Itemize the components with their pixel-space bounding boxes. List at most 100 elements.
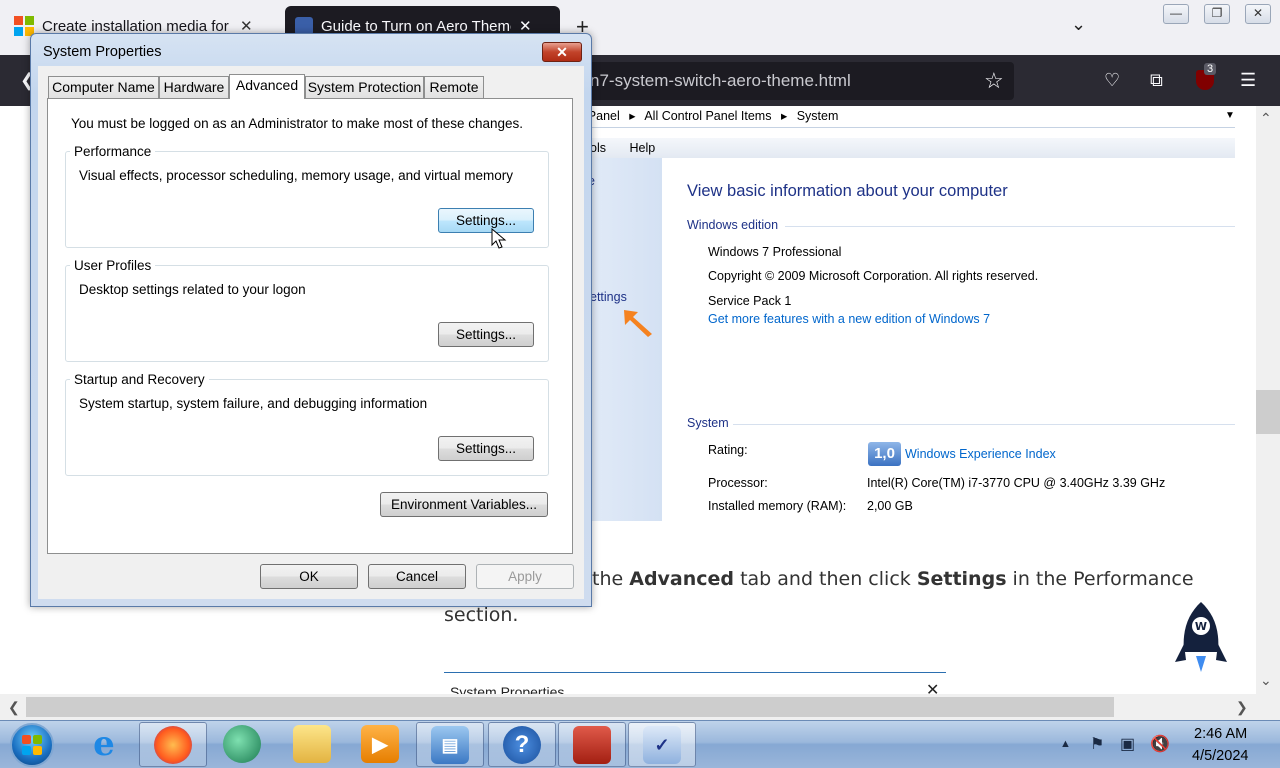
system-monitor-icon: ▤ <box>431 726 469 764</box>
ram-value: 2,00 GB <box>867 499 913 513</box>
breadcrumb-sep: ▸ <box>629 109 636 123</box>
copyright-text: Copyright © 2009 Microsoft Corporation. … <box>708 269 1039 283</box>
performance-desc: Visual effects, processor scheduling, me… <box>79 168 513 183</box>
performance-group <box>65 151 549 248</box>
vertical-scroll-thumb[interactable] <box>1256 390 1280 434</box>
dropdown-arrow-icon: ▼ <box>1225 110 1235 121</box>
system-heading: System <box>687 416 729 430</box>
tab-system-protection[interactable]: System Protection <box>305 76 424 98</box>
clock-time[interactable]: 2:46 AM <box>1194 726 1247 742</box>
rating-label: Rating: <box>708 443 748 457</box>
toolbox-icon <box>573 726 611 764</box>
taskbar-ie[interactable]: e <box>70 722 138 767</box>
edition-text: Windows 7 Professional <box>708 245 842 259</box>
extensions-icon[interactable]: ⧉ <box>1150 70 1163 91</box>
bookmark-star-icon[interactable]: ☆ <box>984 68 1004 94</box>
taskbar-system-window[interactable]: ▤ <box>416 722 484 767</box>
more-features-link: Get more features with a new edition of … <box>708 312 991 326</box>
environment-variables-button[interactable]: Environment Variables... <box>380 492 548 517</box>
volume-muted-icon[interactable]: 🔇 <box>1150 734 1170 754</box>
cp-address-bar: ntrol Panel ▸ All Control Panel Items ▸ … <box>560 106 1235 128</box>
network-icon[interactable]: ▣ <box>1120 734 1135 754</box>
wei-link: Windows Experience Index <box>905 447 1056 461</box>
dialog-title: System Properties <box>43 44 162 60</box>
admin-note: You must be logged on as an Administrato… <box>71 116 524 131</box>
wei-score-badge: 1,0 <box>868 442 901 466</box>
taskbar-media-player[interactable]: ▶ <box>346 722 414 767</box>
breadcrumb-part: System <box>796 109 839 123</box>
performance-label: Performance <box>70 144 156 159</box>
scroll-left-arrow-icon[interactable]: ❮ <box>8 699 20 716</box>
restore-button[interactable]: ❐ <box>1204 4 1230 24</box>
user-profiles-settings-button[interactable]: Settings... <box>438 322 534 347</box>
scroll-right-arrow-icon[interactable]: ❯ <box>1236 699 1248 716</box>
tab-title: Create installation media for W <box>42 17 232 35</box>
cp-main-title: View basic information about your comput… <box>687 182 1008 200</box>
minimize-button[interactable]: — <box>1163 4 1189 24</box>
startup-recovery-settings-button[interactable]: Settings... <box>438 436 534 461</box>
startup-recovery-desc: System startup, system failure, and debu… <box>79 396 428 411</box>
taskbar-system-properties[interactable]: ✓ <box>628 722 696 767</box>
url-field[interactable]: n7-system-switch-aero-theme.html <box>570 62 1014 100</box>
mouse-cursor-icon <box>491 228 507 249</box>
taskbar-explorer[interactable] <box>278 722 346 767</box>
user-profiles-label: User Profiles <box>70 258 156 273</box>
folder-icon <box>293 725 331 763</box>
tab-list-chevron-icon[interactable]: ⌄ <box>1071 14 1086 35</box>
windows-edition-heading: Windows edition <box>687 218 779 232</box>
taskbar-firefox[interactable] <box>139 722 207 767</box>
taskbar-toolbox[interactable] <box>558 722 626 767</box>
processor-value: Intel(R) Core(TM) i7-3770 CPU @ 3.40GHz … <box>867 476 1166 490</box>
tab-hardware[interactable]: Hardware <box>159 76 229 98</box>
startup-recovery-group <box>65 379 549 476</box>
action-center-flag-icon[interactable]: ⚑ <box>1090 734 1104 754</box>
breadcrumb-part: All Control Panel Items <box>644 109 772 123</box>
article-instruction-line: the Advanced tab and then click Settings… <box>592 568 1194 590</box>
windows-logo-icon <box>22 735 42 755</box>
article-instruction-line-2: section. <box>444 604 519 626</box>
apply-button[interactable]: Apply <box>476 564 574 589</box>
microsoft-logo-icon <box>14 16 34 36</box>
tab-computer-name[interactable]: Computer Name <box>48 76 159 98</box>
ublock-count-badge: 3 <box>1204 63 1217 75</box>
media-play-icon: ▶ <box>361 725 399 763</box>
orange-arrow-icon <box>624 310 652 337</box>
ok-button[interactable]: OK <box>260 564 358 589</box>
scroll-to-top-rocket-icon[interactable]: W <box>1174 600 1228 682</box>
performance-settings-button[interactable]: Settings... <box>438 208 534 233</box>
menu-tools: ols <box>590 141 606 155</box>
window-close-button[interactable]: ✕ <box>1245 4 1271 24</box>
internet-explorer-icon: e <box>93 724 115 764</box>
ram-label: Installed memory (RAM): <box>708 499 847 513</box>
clock-date[interactable]: 4/5/2024 <box>1192 748 1248 764</box>
user-profiles-desc: Desktop settings related to your logon <box>79 282 306 297</box>
scroll-up-arrow-icon[interactable]: ⌃ <box>1260 110 1272 127</box>
dialog-close-button[interactable]: ✕ <box>542 42 582 62</box>
text-part: the <box>592 568 630 590</box>
user-profiles-group <box>65 265 549 362</box>
show-hidden-icons-icon[interactable]: ▲ <box>1060 738 1071 750</box>
tab-advanced[interactable]: Advanced <box>229 74 305 99</box>
firefox-icon <box>154 726 192 764</box>
bold-settings: Settings <box>916 568 1007 590</box>
divider <box>733 424 1235 425</box>
text-part: tab and then click <box>734 568 917 590</box>
hamburger-menu-icon[interactable]: ☰ <box>1240 70 1256 91</box>
taskbar-chat-app[interactable] <box>208 722 276 767</box>
tab-remote[interactable]: Remote <box>424 76 484 98</box>
help-icon: ? <box>503 726 541 764</box>
chat-app-icon <box>223 725 261 763</box>
computer-properties-icon: ✓ <box>643 726 681 764</box>
horizontal-scroll-thumb[interactable] <box>26 697 1114 717</box>
breadcrumb-sep: ▸ <box>780 109 788 123</box>
service-pack-text: Service Pack 1 <box>708 294 792 308</box>
cp-menu-bar: ols Help <box>560 138 1235 158</box>
taskbar-help[interactable]: ? <box>488 722 556 767</box>
cancel-button[interactable]: Cancel <box>368 564 466 589</box>
scroll-down-arrow-icon[interactable]: ⌄ <box>1260 672 1272 689</box>
cp-advanced-settings-link: ettings <box>590 290 627 304</box>
menu-help: Help <box>629 141 656 155</box>
pocket-icon[interactable]: ♡ <box>1104 70 1120 91</box>
start-button[interactable] <box>10 723 54 767</box>
bold-advanced: Advanced <box>629 568 735 590</box>
